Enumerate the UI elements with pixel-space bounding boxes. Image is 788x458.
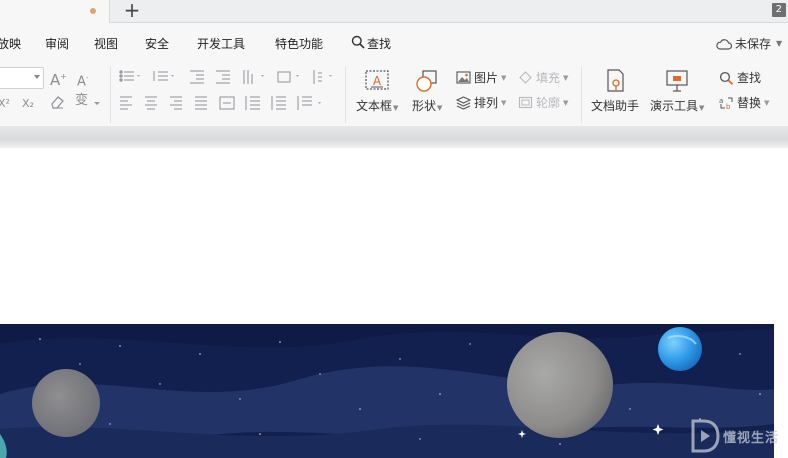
outline-button[interactable]: 轮廓 ▼ xyxy=(518,94,568,111)
fill-icon xyxy=(519,71,532,84)
font-size-dropdown[interactable] xyxy=(0,67,44,89)
phonetic-guide-icon[interactable]: 变 xyxy=(75,93,88,109)
arrange-button[interactable]: 排列 ▼ xyxy=(456,94,506,111)
unsaved-indicator xyxy=(90,8,96,14)
menu-review[interactable]: 审阅 xyxy=(45,35,69,52)
space-slide-preview[interactable] xyxy=(0,324,774,458)
find-button[interactable]: 查找 xyxy=(719,69,761,86)
eraser-icon[interactable] xyxy=(50,95,65,109)
text-box-icon: A xyxy=(365,70,389,90)
text-box-button[interactable]: A 文本框▼ xyxy=(356,68,398,114)
document-assistant-icon xyxy=(607,69,624,92)
presentation-tools-icon xyxy=(666,70,688,92)
shrink-font-icon[interactable]: A- xyxy=(77,70,88,90)
text-box-label: 文本框 xyxy=(356,99,393,113)
small-gray-planet xyxy=(32,369,100,437)
replace-label: 替换 xyxy=(737,96,762,110)
save-status-label: 未保存 xyxy=(735,37,772,51)
picture-label: 图片 xyxy=(474,71,499,85)
watermark-logo xyxy=(691,419,720,453)
grow-font-icon[interactable]: A+ xyxy=(50,69,67,88)
chevron-down-icon: ▼ xyxy=(501,98,507,107)
shape-label: 形状 xyxy=(412,99,437,113)
chevron-down-icon: ▼ xyxy=(699,104,705,112)
find-icon xyxy=(719,71,734,85)
chevron-down-icon: ▼ xyxy=(563,98,569,107)
ribbon-toolbar: A+ A- X² X₂ 变 A 文本框▼ 形状▼ 图片 ▼ 排列 ▼ 填充 ▼ … xyxy=(0,63,788,128)
space-illustration xyxy=(0,324,774,458)
shape-button[interactable]: 形状▼ xyxy=(412,68,442,114)
shape-icon xyxy=(416,70,437,92)
menu-slideshow[interactable]: 放映 xyxy=(0,35,21,52)
find-label: 查找 xyxy=(737,71,762,85)
chevron-down-icon: ▼ xyxy=(776,39,783,48)
tab-strip: + 2 xyxy=(0,0,788,23)
arrange-label: 排列 xyxy=(474,96,499,110)
ribbon-separator xyxy=(110,67,111,123)
new-tab-button[interactable]: + xyxy=(122,0,142,22)
arrange-icon xyxy=(456,95,471,110)
picture-icon xyxy=(456,71,471,84)
chevron-down-icon: ▼ xyxy=(393,104,399,112)
ribbon-separator xyxy=(581,67,582,123)
blue-planet xyxy=(658,327,702,371)
menu-security[interactable]: 安全 xyxy=(145,35,169,52)
document-assistant-label: 文档助手 xyxy=(591,99,640,113)
chevron-down-icon: ▼ xyxy=(764,98,770,107)
menu-view[interactable]: 视图 xyxy=(94,35,118,52)
large-gray-planet xyxy=(507,332,613,438)
svg-text:a: a xyxy=(719,97,723,105)
save-status[interactable]: 未保存 ▼ xyxy=(716,35,782,52)
window-count-badge[interactable]: 2 xyxy=(771,3,786,17)
outline-label: 轮廓 xyxy=(536,96,561,110)
chevron-down-icon[interactable] xyxy=(94,102,100,105)
menu-special-features[interactable]: 特色功能 xyxy=(275,35,323,52)
watermark-text: 懂视生活 xyxy=(723,430,780,446)
picture-button[interactable]: 图片 ▼ xyxy=(456,69,506,86)
chevron-down-icon xyxy=(34,75,40,79)
svg-text:b: b xyxy=(726,103,731,110)
chevron-down-icon: ▼ xyxy=(437,104,443,112)
presentation-tools-button[interactable]: 演示工具▼ xyxy=(650,68,704,114)
watermark: 懂视生活 xyxy=(690,419,779,453)
svg-text:A: A xyxy=(373,74,382,88)
fill-label: 填充 xyxy=(536,71,561,85)
replace-button[interactable]: a b 替换 ▼ xyxy=(719,94,769,111)
ribbon-shadow-divider xyxy=(0,126,788,148)
document-tab[interactable] xyxy=(0,0,110,23)
menu-search-label[interactable]: 查找 xyxy=(367,35,391,52)
fill-button[interactable]: 填充 ▼ xyxy=(518,69,568,86)
replace-icon: a b xyxy=(719,97,733,110)
chevron-down-icon: ▼ xyxy=(501,73,507,82)
menu-developer-tools[interactable]: 开发工具 xyxy=(197,35,245,52)
superscript-icon[interactable]: X² xyxy=(0,96,10,112)
menu-bar: 放映 审阅 视图 安全 开发工具 特色功能 查找 未保存 ▼ xyxy=(0,23,788,63)
paragraph-tools-group[interactable] xyxy=(118,69,338,117)
chevron-down-icon: ▼ xyxy=(563,73,569,82)
outline-icon xyxy=(518,96,533,109)
presentation-tools-label: 演示工具 xyxy=(650,99,699,113)
cloud-icon xyxy=(716,38,732,50)
search-icon[interactable] xyxy=(351,35,365,49)
document-assistant-button[interactable]: 文档助手 xyxy=(591,68,639,114)
subscript-icon[interactable]: X₂ xyxy=(22,96,34,112)
ribbon-separator xyxy=(345,67,346,123)
